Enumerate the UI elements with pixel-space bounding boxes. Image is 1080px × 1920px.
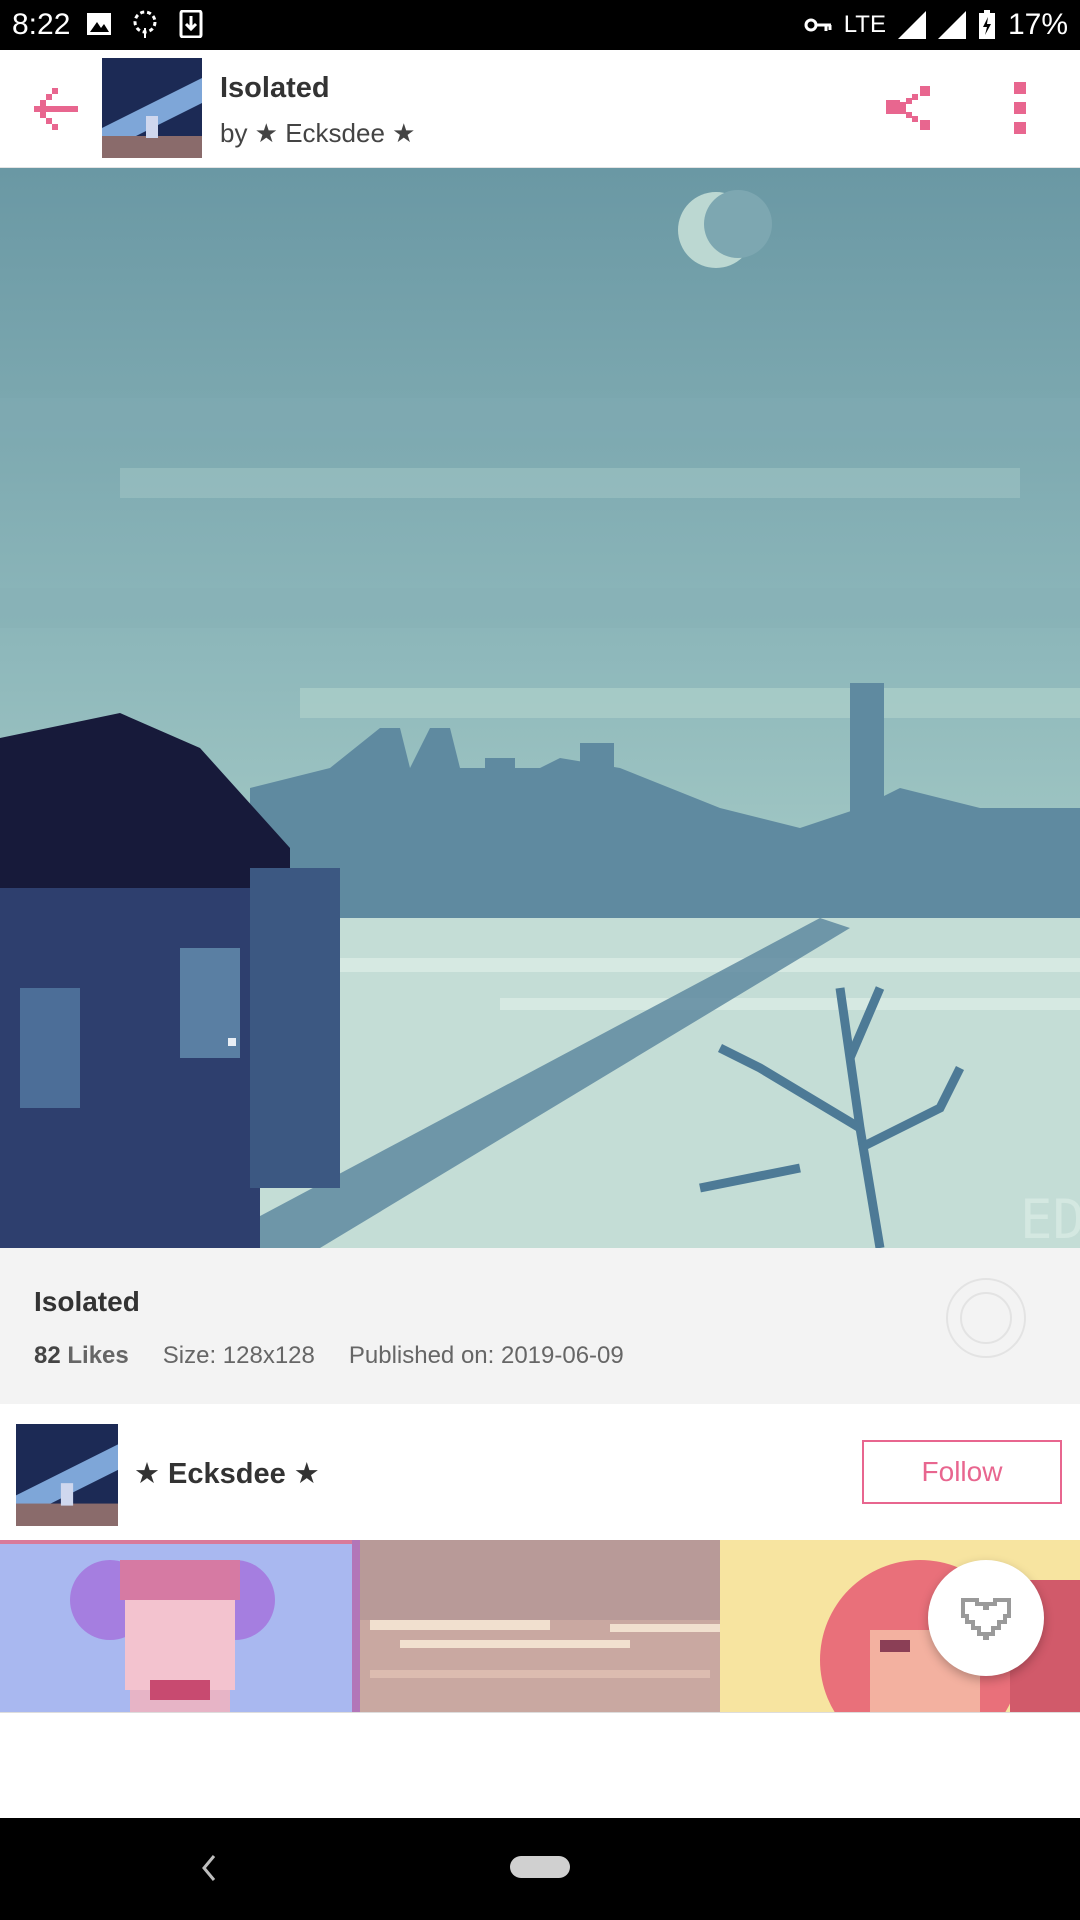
heart-outline-icon <box>961 1598 1011 1640</box>
artwork-info-panel: Isolated 82 Likes Size: 128x128 Publishe… <box>0 1248 1080 1404</box>
gallery-item[interactable] <box>360 1540 720 1712</box>
system-nav-bar <box>0 1818 1080 1920</box>
more-vert-icon[interactable] <box>1000 80 1040 136</box>
artwork-meta: 82 Likes Size: 128x128 Published on: 201… <box>34 1342 624 1370</box>
status-time: 8:22 <box>12 8 71 41</box>
back-arrow-icon[interactable] <box>24 78 84 138</box>
like-button[interactable] <box>928 1560 1044 1676</box>
vpn-key-icon <box>804 18 832 32</box>
status-bar: 8:22 LTE 17% <box>0 0 1080 50</box>
image-icon <box>87 13 111 35</box>
likes-label: Likes <box>67 1342 129 1369</box>
likes-count: 82 <box>34 1342 61 1369</box>
top-app-bar: Isolated by ★ Ecksdee ★ <box>0 50 1080 168</box>
author-row: ★ Ecksdee ★ Follow <box>0 1404 1080 1540</box>
battery-percent: 17% <box>1007 8 1068 41</box>
download-icon <box>179 10 203 38</box>
thumbnail-image <box>102 58 202 158</box>
gallery-item[interactable] <box>0 1540 360 1712</box>
content-bottom-area <box>0 1712 1080 1819</box>
artwork-size: Size: 128x128 <box>162 1342 315 1369</box>
avatar-image <box>16 1424 118 1526</box>
battery-charging-icon <box>978 10 995 39</box>
loading-ring-icon <box>946 1278 1026 1358</box>
avatar[interactable] <box>16 1424 118 1526</box>
svg-text:ED: ED <box>1020 1188 1080 1248</box>
signal-icon <box>937 11 966 39</box>
pixel-art-scene: ED <box>0 168 1080 1248</box>
author-gallery <box>0 1540 1080 1712</box>
follow-button[interactable]: Follow <box>862 1440 1062 1504</box>
share-icon[interactable] <box>880 80 936 136</box>
pinwheel-icon <box>133 10 157 38</box>
page-title: Isolated <box>220 72 330 104</box>
nav-home-pill[interactable] <box>510 1856 570 1878</box>
gallery-image-1 <box>0 1540 360 1712</box>
signal-icon <box>897 11 926 39</box>
artwork-title: Isolated <box>34 1286 140 1317</box>
artwork-image[interactable]: ED <box>0 168 1080 1248</box>
nav-back-icon[interactable] <box>196 1848 220 1888</box>
author-byline[interactable]: by ★ Ecksdee ★ <box>220 118 415 149</box>
likes[interactable]: 82 Likes <box>34 1342 129 1370</box>
status-icons-right: LTE 17% <box>804 8 1068 42</box>
artwork-thumbnail[interactable] <box>102 58 202 158</box>
author-name[interactable]: ★ Ecksdee ★ <box>134 1456 320 1491</box>
status-icons-left <box>86 10 204 38</box>
network-type: LTE <box>843 11 886 38</box>
gallery-image-2 <box>360 1540 720 1712</box>
published-date: Published on: 2019-06-09 <box>348 1342 624 1369</box>
